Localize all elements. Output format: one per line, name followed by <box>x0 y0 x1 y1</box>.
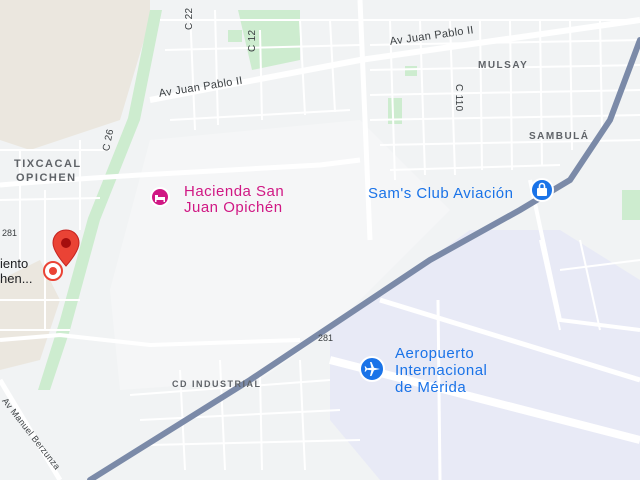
hotel-icon[interactable] <box>150 187 170 207</box>
area-label-sambula: SAMBULÁ <box>529 131 590 142</box>
street-label-c110: C 110 <box>453 84 464 112</box>
poi-label-airport-line3[interactable]: de Mérida <box>395 380 466 396</box>
area-label-mulsay: MULSAY <box>478 60 529 71</box>
poi-label-selected-line2[interactable]: hen... <box>0 272 33 285</box>
map-base-layer <box>0 0 640 480</box>
poi-label-airport-line2[interactable]: Internacional <box>395 363 487 379</box>
poi-label-selected-line1[interactable]: iento <box>0 257 28 270</box>
poi-label-airport-line1[interactable]: Aeropuerto <box>395 346 474 362</box>
poi-label-hacienda-line1[interactable]: Hacienda San <box>184 184 284 200</box>
shopping-bag-icon[interactable] <box>530 178 554 202</box>
place-marker-icon[interactable] <box>42 260 64 282</box>
poi-label-hacienda-line2[interactable]: Juan Opichén <box>184 200 283 216</box>
area-label-opichen: OPICHEN <box>16 172 77 184</box>
map-canvas[interactable]: TIXCACAL OPICHEN MULSAY SAMBULÁ CD INDUS… <box>0 0 640 480</box>
route-label-281-east: 281 <box>318 333 334 343</box>
airplane-icon[interactable] <box>359 356 385 382</box>
area-label-cd-industrial: CD INDUSTRIAL <box>172 379 262 389</box>
street-label-c22: C 22 <box>184 7 195 30</box>
street-label-c12: C 12 <box>247 29 258 52</box>
route-label-281-west: 281 <box>2 228 18 238</box>
poi-label-sams-club[interactable]: Sam's Club Aviación <box>368 186 514 202</box>
area-label-tixcacal: TIXCACAL <box>14 158 82 170</box>
